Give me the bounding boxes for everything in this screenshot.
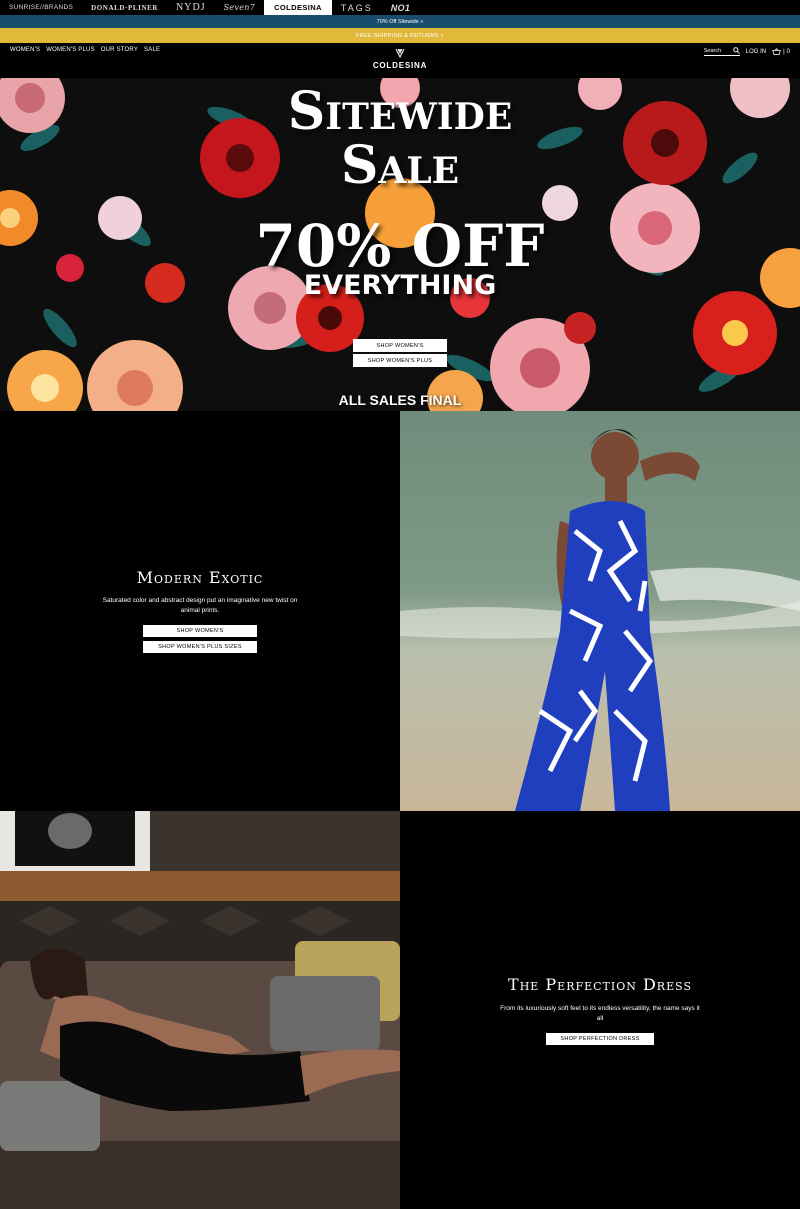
hero-title-line1: Sitewide: [287, 81, 513, 142]
brand-bar: SUNRISE//BRANDS DONALD·PLINER NYDJ Seven…: [0, 0, 800, 15]
brand-no1[interactable]: NO1: [382, 0, 419, 15]
cart-separator-icon: |: [783, 48, 785, 55]
brand-seven7[interactable]: Seven7: [215, 0, 265, 15]
hero-banner[interactable]: Sitewide Sale 70% OFF EVERYTHING SHOP WO…: [0, 78, 800, 411]
hero-everything: EVERYTHING: [303, 270, 497, 301]
promo-sitewide-bar[interactable]: 70% Off Sitewide »: [0, 15, 800, 28]
logo-mark-icon: [395, 48, 405, 59]
header-utilities: Search LOG IN | 0: [703, 47, 790, 56]
brand-coldesina[interactable]: COLDESINA: [264, 0, 332, 15]
shop-womens-button[interactable]: SHOP WOMEN'S: [143, 625, 257, 637]
brand-sunrise[interactable]: SUNRISE//BRANDS: [0, 0, 82, 15]
shop-perfection-dress-button[interactable]: SHOP PERFECTION DRESS: [546, 1033, 654, 1045]
cart-icon: [772, 48, 781, 55]
perfection-dress-photo[interactable]: [0, 811, 400, 1209]
shop-womens-plus-sizes-button[interactable]: SHOP WOMEN'S PLUS SIZES: [143, 641, 257, 653]
promo-shipping-bar[interactable]: FREE SHIPPING & RETURNS »: [0, 28, 800, 43]
site-logo[interactable]: COLDESINA: [0, 47, 800, 70]
modern-exotic-title: Modern Exotic: [136, 568, 264, 587]
search-field[interactable]: Search: [703, 47, 740, 56]
perfection-dress-text-panel: The Perfection Dress From its luxuriousl…: [400, 811, 800, 1209]
modern-exotic-description: Saturated color and abstract design put …: [102, 597, 298, 614]
cart-button[interactable]: | 0: [772, 48, 790, 55]
brand-nydj[interactable]: NYDJ: [167, 0, 215, 15]
hero-shop-womens-plus-button[interactable]: SHOP WOMEN'S PLUS: [353, 354, 447, 367]
search-icon: [732, 47, 740, 54]
login-link[interactable]: LOG IN: [746, 49, 766, 55]
brand-tags[interactable]: TAGS: [332, 0, 382, 15]
promo-shipping-text: FREE SHIPPING & RETURNS »: [356, 32, 444, 39]
logo-text: COLDESINA: [372, 61, 428, 70]
perfection-dress-title: The Perfection Dress: [508, 975, 692, 994]
search-label: Search: [703, 47, 722, 54]
hero-discount: 70% OFF: [255, 212, 545, 280]
hero-all-sales-final: ALL SALES FINAL: [338, 392, 462, 408]
sofa-model-image: [0, 811, 400, 1209]
hero-title-line2: Sale: [340, 135, 460, 196]
brand-donald-pliner[interactable]: DONALD·PLINER: [82, 0, 167, 15]
hero-shop-womens-button[interactable]: SHOP WOMEN'S: [353, 339, 447, 352]
cart-count: 0: [786, 48, 790, 55]
promo-sitewide-text: 70% Off Sitewide »: [376, 18, 424, 25]
modern-exotic-text-panel: Modern Exotic Saturated color and abstra…: [0, 411, 400, 811]
site-header: WOMEN'S WOMEN'S PLUS OUR STORY SALE COLD…: [0, 43, 800, 78]
beach-model-image: [400, 411, 800, 811]
modern-exotic-photo[interactable]: [400, 411, 800, 811]
perfection-dress-description: From its luxuriously soft feel to its en…: [500, 1005, 700, 1022]
